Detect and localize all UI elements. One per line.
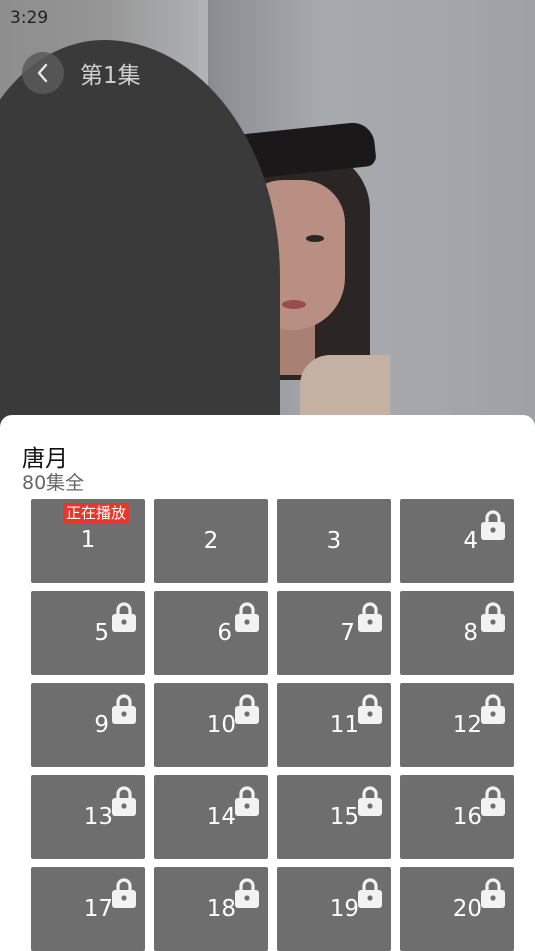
- lock-icon: [234, 601, 260, 633]
- episode-number: 12: [452, 712, 482, 738]
- episode-tile[interactable]: 17: [31, 867, 145, 951]
- episode-number: 2: [203, 528, 219, 554]
- episode-number: 17: [83, 896, 113, 922]
- episode-tile[interactable]: 12: [400, 683, 514, 767]
- episode-tile[interactable]: 13: [31, 775, 145, 859]
- video-person-lips: [282, 300, 306, 309]
- episode-number: 6: [217, 620, 232, 646]
- episode-number: 5: [94, 620, 109, 646]
- episode-number: 3: [326, 528, 342, 554]
- lock-icon: [111, 877, 137, 909]
- lock-icon: [480, 693, 506, 725]
- lock-icon: [480, 877, 506, 909]
- lock-icon: [357, 693, 383, 725]
- episode-tile[interactable]: 7: [277, 591, 391, 675]
- episode-tile[interactable]: 2: [154, 499, 268, 583]
- episode-sheet: 唐月 80集全 正在播放 1 2 3 4 5 6 7 8 9 10 11 12 13 14 15 16 17 18 1…: [0, 415, 535, 951]
- episode-number: 8: [463, 620, 478, 646]
- episode-number: 4: [463, 528, 478, 554]
- episode-tile[interactable]: 正在播放 1: [31, 499, 145, 583]
- lock-icon: [234, 693, 260, 725]
- episode-tile[interactable]: 14: [154, 775, 268, 859]
- episode-number: 20: [452, 896, 482, 922]
- lock-icon: [480, 509, 506, 541]
- lock-icon: [111, 693, 137, 725]
- lock-icon: [480, 785, 506, 817]
- episode-number: 1: [80, 527, 96, 553]
- lock-icon: [480, 601, 506, 633]
- episode-tile[interactable]: 16: [400, 775, 514, 859]
- episode-number: 10: [206, 712, 236, 738]
- episode-number: 11: [329, 712, 359, 738]
- lock-icon: [357, 601, 383, 633]
- episode-number: 13: [83, 804, 113, 830]
- video-foreground-shadow: [0, 40, 280, 430]
- episode-tile[interactable]: 3: [277, 499, 391, 583]
- lock-icon: [111, 601, 137, 633]
- episode-tile[interactable]: 10: [154, 683, 268, 767]
- episode-tile[interactable]: 11: [277, 683, 391, 767]
- lock-icon: [234, 877, 260, 909]
- episode-grid: 正在播放 1 2 3 4 5 6 7 8 9 10 11 12 13 14 15 16 17 18 19 20: [0, 415, 535, 951]
- episode-number: 7: [340, 620, 355, 646]
- episode-title: 第1集: [80, 63, 141, 89]
- back-button[interactable]: [22, 52, 64, 94]
- status-time: 3:29: [10, 8, 49, 28]
- lock-icon: [234, 785, 260, 817]
- episode-number: 14: [206, 804, 236, 830]
- episode-tile[interactable]: 15: [277, 775, 391, 859]
- episode-tile[interactable]: 18: [154, 867, 268, 951]
- lock-icon: [357, 785, 383, 817]
- episode-number: 18: [206, 896, 236, 922]
- episode-tile[interactable]: 8: [400, 591, 514, 675]
- episode-tile[interactable]: 20: [400, 867, 514, 951]
- lock-icon: [357, 877, 383, 909]
- episode-number: 15: [329, 804, 359, 830]
- episode-tile[interactable]: 6: [154, 591, 268, 675]
- episode-number: 9: [94, 712, 109, 738]
- episode-number: 16: [452, 804, 482, 830]
- episode-tile[interactable]: 19: [277, 867, 391, 951]
- chevron-left-icon: [37, 63, 48, 83]
- episode-tile[interactable]: 5: [31, 591, 145, 675]
- lock-icon: [111, 785, 137, 817]
- episode-tile[interactable]: 9: [31, 683, 145, 767]
- episode-number: 19: [329, 896, 359, 922]
- episode-tile[interactable]: 4: [400, 499, 514, 583]
- video-person-eye: [306, 235, 324, 242]
